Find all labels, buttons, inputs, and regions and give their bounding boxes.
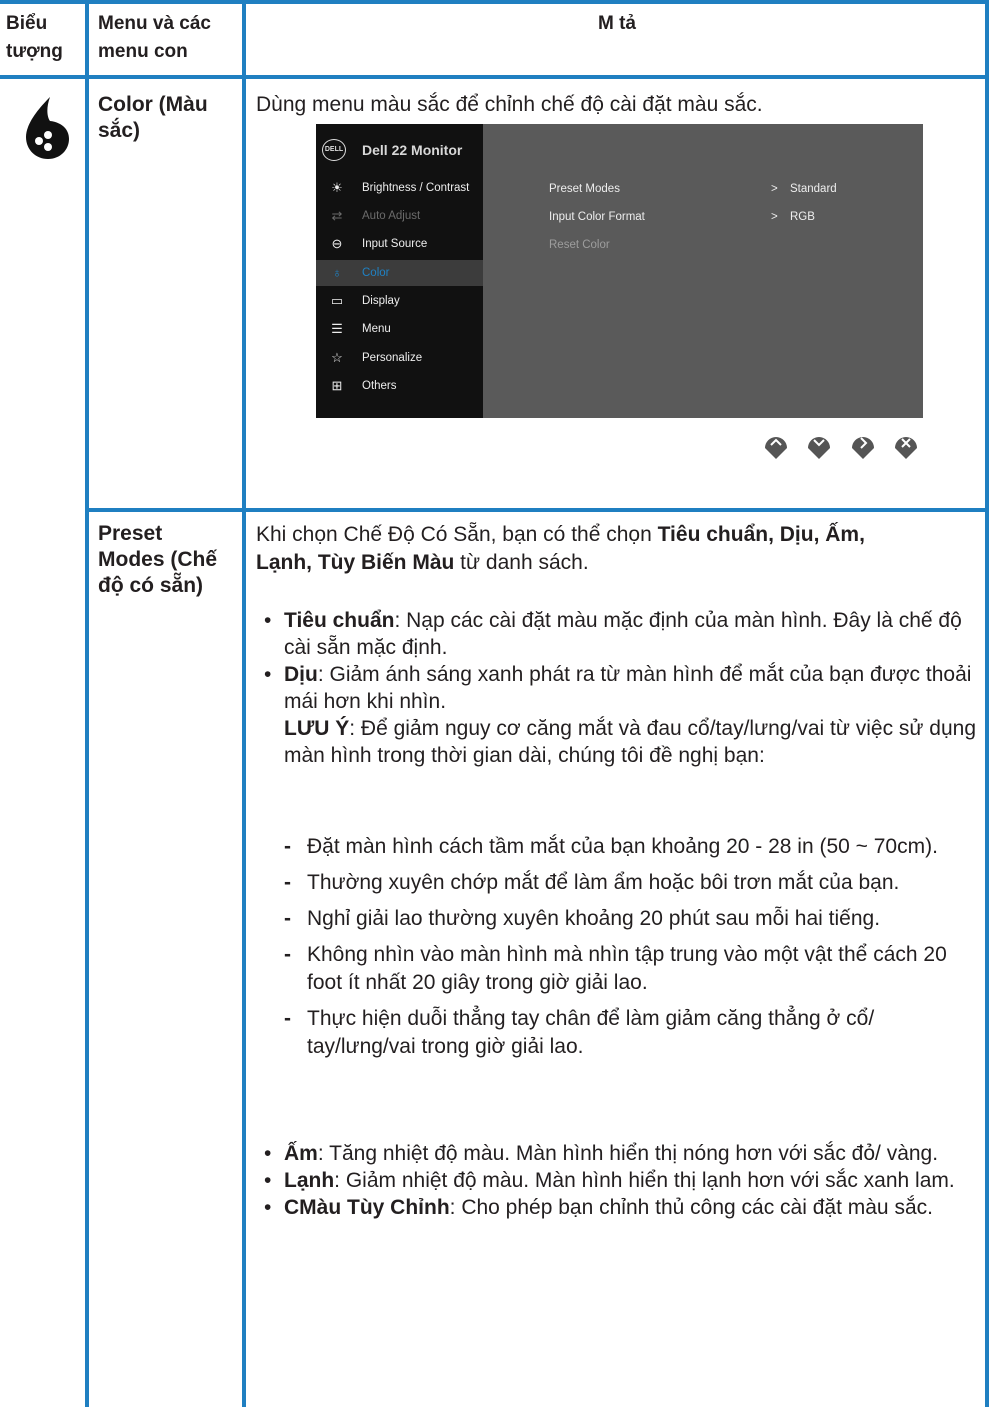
list-item-custom: CMàu Tùy Chỉnh: Cho phép bạn chỉnh thủ c… — [256, 1194, 981, 1221]
osd-menu-panel: DELL Dell 22 Monitor ☀ Brightness / Cont… — [316, 124, 483, 418]
preset-intro-line2: Lạnh, Tùy Biến Màu từ danh sách. — [256, 549, 865, 577]
display-icon: ▭ — [330, 293, 344, 308]
row-divider — [89, 508, 987, 512]
preset-modes-line3: độ có sẵn) — [98, 574, 204, 597]
header-menu-column-line2: menu con — [98, 41, 188, 62]
note-text: : Để giảm nguy cơ căng mắt và đau cổ/tay… — [284, 717, 977, 767]
desc-custom: : Cho phép bạn chỉnh thủ công các cài đặ… — [449, 1196, 933, 1219]
header-description-column: M tả — [598, 13, 636, 34]
osd-option-value: Standard — [790, 183, 837, 195]
osd-menu-label: Others — [362, 380, 397, 392]
color-menu-name: Color (Màu sắc) — [98, 92, 208, 144]
desc-cool: : Giảm nhiệt độ màu. Màn hình hiển thị l… — [334, 1169, 955, 1192]
brightness-icon: ☀ — [331, 180, 343, 195]
preset-modes-line1: Preset — [98, 522, 163, 545]
down-button-icon — [808, 437, 830, 459]
osd-option-value: RGB — [790, 211, 815, 223]
desc-warm: : Tăng nhiệt độ màu. Màn hình hiển thị n… — [317, 1142, 939, 1165]
osd-menu-item-brightness: ☀ Brightness / Contrast — [316, 175, 483, 201]
osd-menu-item-auto-adjust: ⇄ Auto Adjust — [316, 203, 483, 229]
table-top-border — [0, 0, 989, 4]
header-menu-column-line1: Menu và các — [98, 13, 211, 34]
preset-modes-menu-name: Preset Modes (Chế độ có sẵn) — [98, 521, 217, 599]
list-item: Thực hiện duỗi thẳng tay chân để làm giả… — [270, 1005, 981, 1061]
osd-option-arrow: > — [771, 183, 778, 195]
right-button-icon — [852, 437, 874, 459]
term-warm: Ấm — [284, 1142, 318, 1165]
list-item: Nghỉ giải lao thường xuyên khoảng 20 phú… — [270, 905, 981, 933]
list-item-cool: Lạnh: Giảm nhiệt độ màu. Màn hình hiển t… — [256, 1167, 981, 1194]
term-standard: Tiêu chuẩn — [284, 609, 395, 632]
preset-intro: Khi chọn Chế Độ Có Sẵn, bạn có thể chọn … — [256, 521, 865, 577]
input-source-icon: ⊖ — [331, 236, 343, 251]
up-button-icon — [765, 437, 787, 459]
header-icon-column-line2: tượng — [6, 41, 63, 62]
osd-screen: DELL Dell 22 Monitor ☀ Brightness / Cont… — [316, 124, 923, 418]
preset-intro-text-end: từ danh sách. — [454, 551, 589, 574]
color-icon: ♁ — [332, 265, 342, 280]
list-item: Thường xuyên chớp mắt để làm ẩm hoặc bôi… — [270, 869, 981, 897]
color-description: Dùng menu màu sắc để chỉnh chế độ cài đặ… — [256, 93, 763, 116]
osd-menu-item-menu: ☰ Menu — [316, 316, 483, 342]
preset-intro-modes-cont: Lạnh, Tùy Biến Màu — [256, 551, 455, 574]
list-item-soft: Dịu: Giảm ánh sáng xanh phát ra từ màn h… — [256, 661, 981, 769]
osd-menu-label: Auto Adjust — [362, 210, 421, 222]
others-icon: ⊞ — [331, 378, 343, 393]
header-menu-column: Menu và các menu con — [98, 10, 211, 66]
personalize-icon: ☆ — [331, 350, 343, 365]
list-item-standard: Tiêu chuẩn: Nạp các cài đặt màu mặc định… — [256, 607, 981, 661]
preset-modes-line2: Modes (Chế — [98, 548, 218, 571]
osd-menu-item-display: ▭ Display — [316, 288, 483, 314]
color-drop-icon — [26, 97, 69, 159]
exit-button-icon — [895, 437, 917, 459]
list-item-warm: Ấm: Tăng nhiệt độ màu. Màn hình hiển thị… — [256, 1140, 981, 1167]
osd-menu-item-input-source: ⊖ Input Source — [316, 231, 483, 257]
header-icon-column: Biểu tượng — [6, 10, 63, 66]
list-item: Đặt màn hình cách tầm mắt của bạn khoảng… — [270, 833, 981, 861]
term-soft: Dịu — [284, 663, 318, 686]
osd-option-input-color-format: Input Color Format — [549, 211, 645, 223]
osd-menu-item-others: ⊞ Others — [316, 373, 483, 399]
preset-intro-text: Khi chọn Chế Độ Có Sẵn, bạn có thể chọn — [256, 523, 658, 546]
osd-menu-label: Input Source — [362, 238, 428, 250]
auto-adjust-icon: ⇄ — [331, 208, 343, 223]
osd-option-reset-color: Reset Color — [549, 239, 610, 251]
table-right-border — [985, 0, 989, 1407]
preset-mode-list-cont: Ấm: Tăng nhiệt độ màu. Màn hình hiển thị… — [256, 1140, 981, 1221]
desc-soft: : Giảm ánh sáng xanh phát ra từ màn hình… — [284, 663, 972, 713]
osd-title: Dell 22 Monitor — [362, 142, 463, 158]
osd-menu-item-personalize: ☆ Personalize — [316, 345, 483, 371]
header-icon-column-line1: Biểu — [6, 13, 48, 34]
osd-menu-label: Brightness / Contrast — [362, 182, 470, 194]
osd-menu-label: Menu — [362, 323, 391, 335]
osd-menu-label: Personalize — [362, 352, 423, 364]
term-cool: Lạnh — [284, 1169, 335, 1192]
note-label: LƯU Ý — [284, 717, 350, 740]
header-bottom-border — [0, 75, 989, 79]
dell-logo: DELL — [322, 139, 346, 161]
preset-intro-modes: Tiêu chuẩn, Dịu, Ấm, — [657, 523, 865, 546]
column-divider-2 — [242, 0, 246, 1407]
osd-menu-label: Display — [362, 295, 400, 307]
osd-option-preset-modes: Preset Modes — [549, 183, 620, 195]
preset-intro-line1: Khi chọn Chế Độ Có Sẵn, bạn có thể chọn … — [256, 521, 865, 549]
color-menu-name-line1: Color (Màu — [98, 93, 208, 116]
list-item: Không nhìn vào màn hình mà nhìn tập trun… — [270, 941, 981, 997]
osd-menu-label: Color — [362, 267, 390, 279]
menu-icon: ☰ — [331, 321, 343, 336]
preset-mode-list: Tiêu chuẩn: Nạp các cài đặt màu mặc định… — [256, 607, 981, 769]
osd-option-arrow: > — [771, 211, 778, 223]
color-menu-name-line2: sắc) — [98, 119, 141, 142]
column-divider-1 — [85, 0, 89, 1407]
eye-strain-tips: Đặt màn hình cách tầm mắt của bạn khoảng… — [270, 833, 981, 1069]
term-custom: CMàu Tùy Chỉnh — [284, 1196, 450, 1219]
osd-menu-item-color: ♁ Color — [316, 260, 483, 286]
